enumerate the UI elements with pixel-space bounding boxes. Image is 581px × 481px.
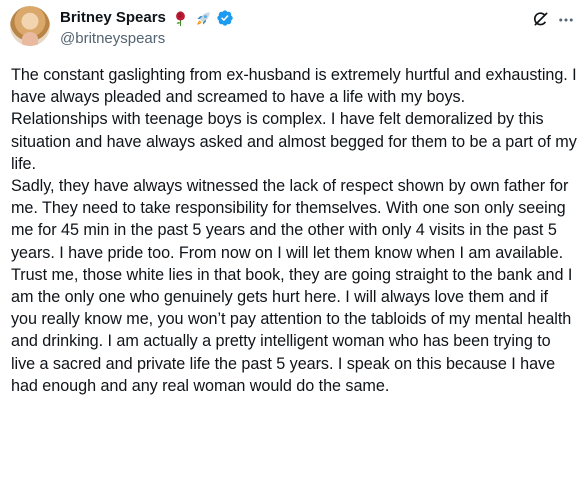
verified-badge-icon[interactable] — [216, 9, 234, 27]
tweet-paragraph: Relationships with teenage boys is compl… — [11, 110, 577, 173]
tweet: Britney Spears @britneyspears The consta… — [0, 0, 581, 481]
avatar[interactable] — [10, 6, 50, 46]
rocket-emoji-icon — [197, 11, 210, 25]
rose-emoji-icon — [176, 10, 185, 26]
more-icon[interactable] — [557, 11, 575, 29]
tweet-paragraph: Sadly, they have always witnessed the la… — [11, 177, 573, 395]
author-name[interactable]: Britney Spears — [60, 8, 166, 28]
tweet-text: The constant gaslighting from ex-husband… — [11, 64, 577, 397]
tweet-paragraph: The constant gaslighting from ex-husband… — [11, 66, 577, 107]
author-handle[interactable]: @britneyspears — [60, 30, 165, 48]
author-name-row: Britney Spears — [60, 7, 234, 29]
grok-icon[interactable] — [532, 10, 550, 28]
